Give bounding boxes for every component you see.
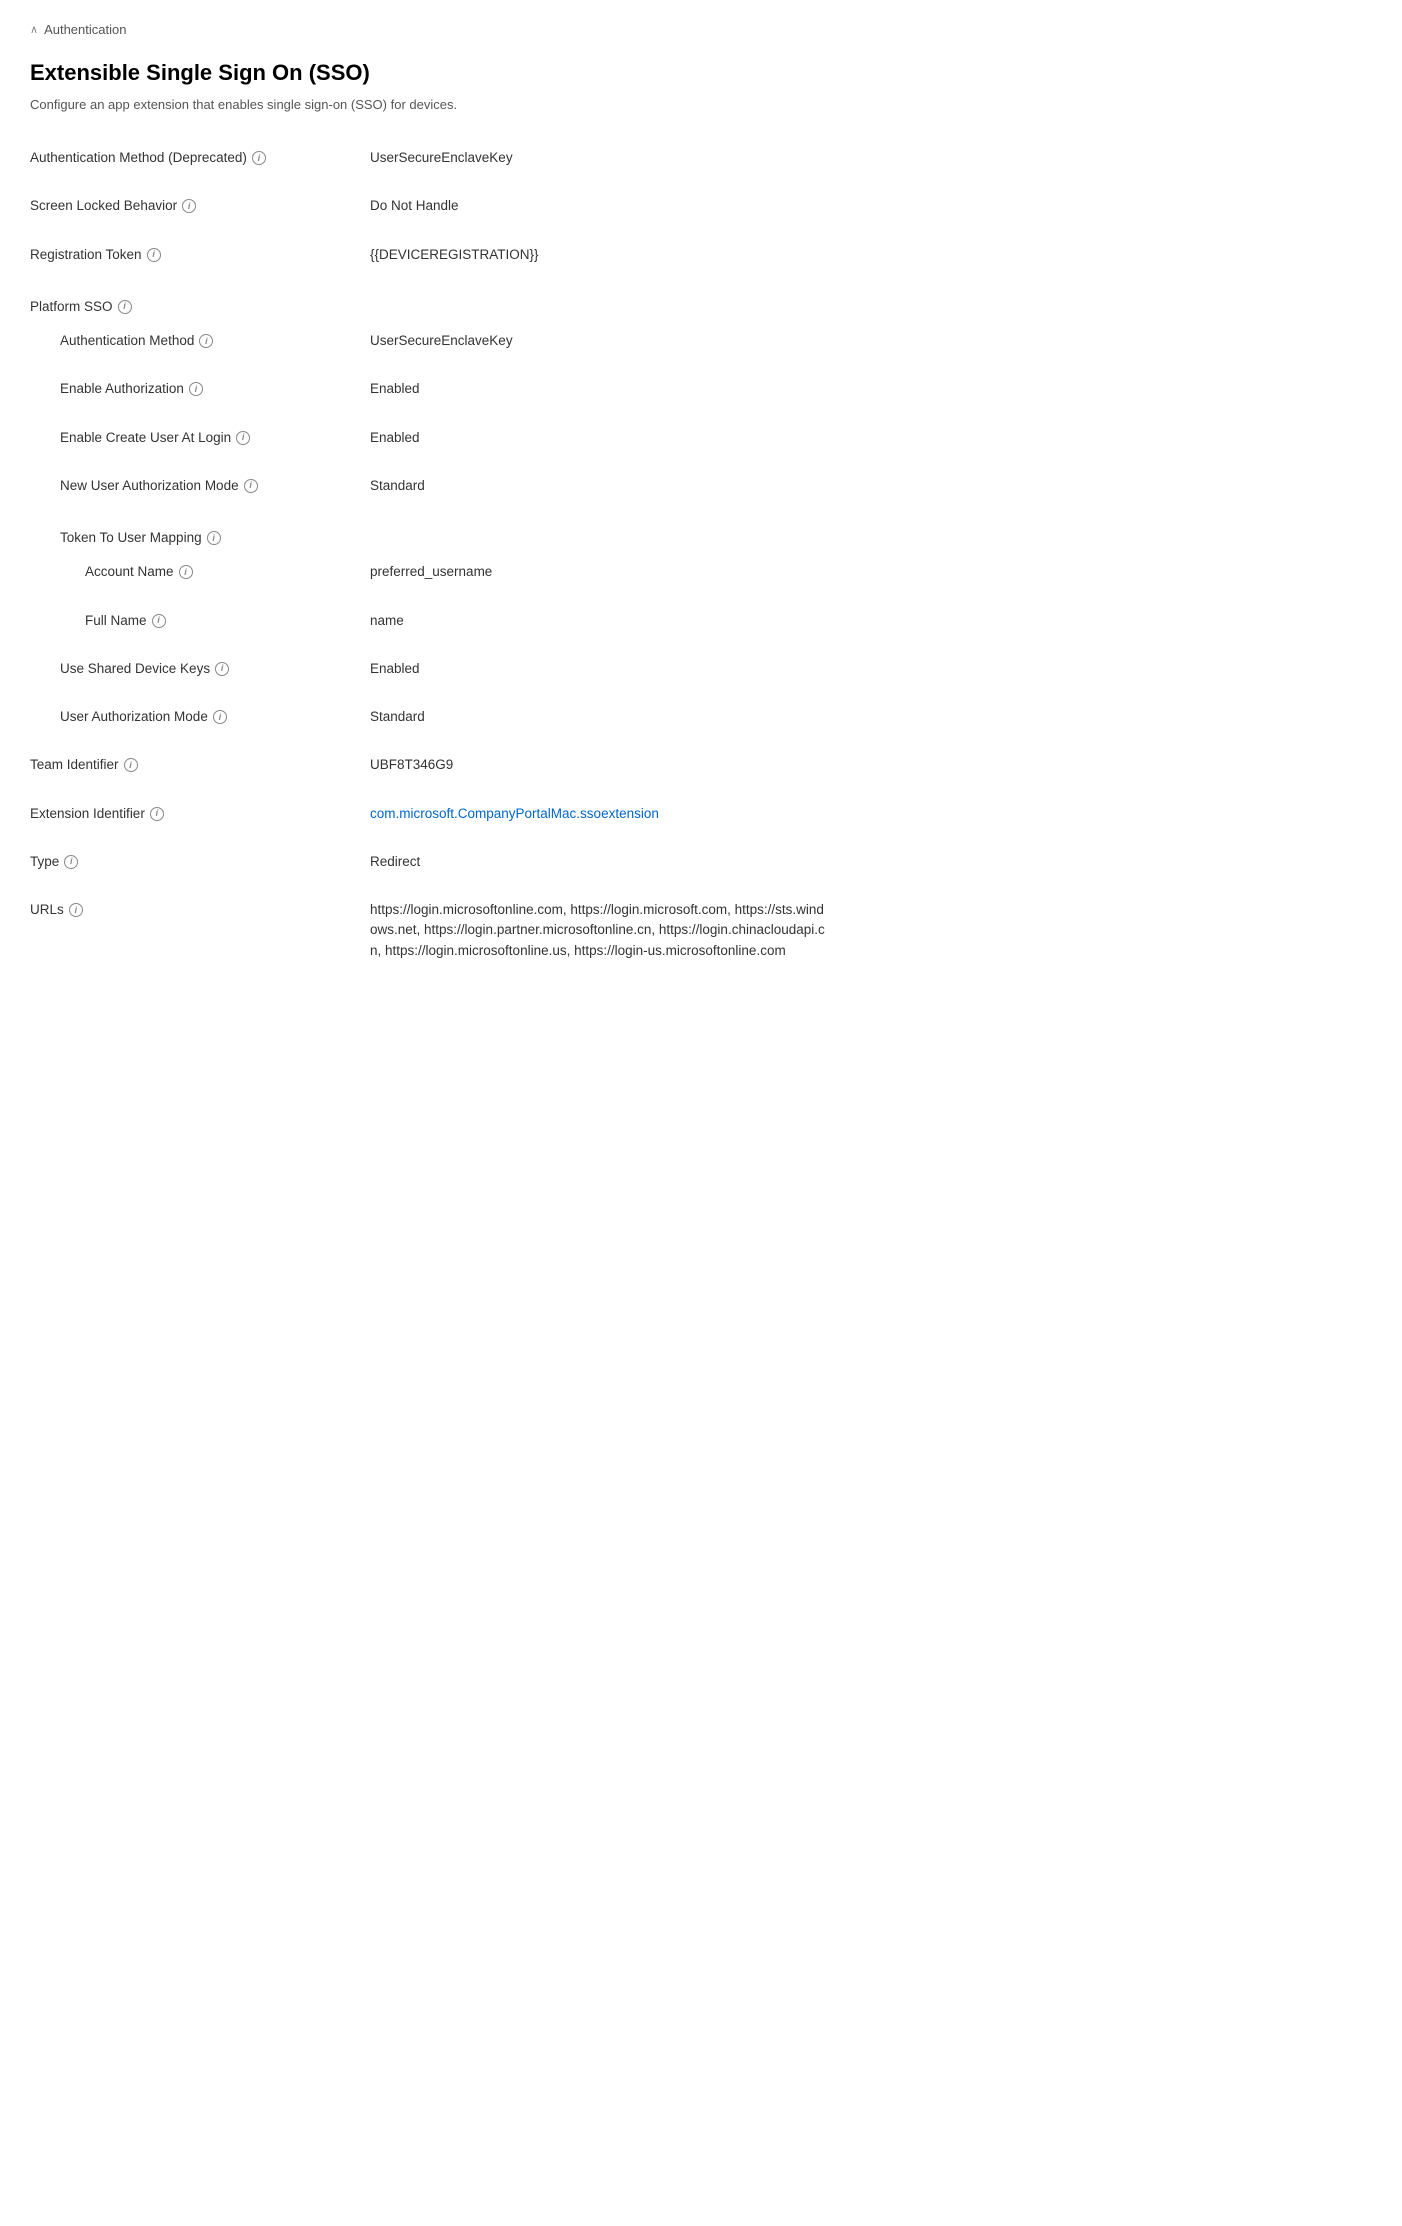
field-value-full-name: name — [370, 611, 830, 631]
field-label-screen-locked-behavior: Screen Locked Behavior i — [30, 196, 370, 216]
field-row-type: Type i Redirect — [30, 842, 830, 882]
field-label-auth-method-deprecated: Authentication Method (Deprecated) i — [30, 148, 370, 168]
field-row-new-user-authorization-mode: New User Authorization Mode i Standard — [30, 466, 830, 506]
field-label-new-user-authorization-mode: New User Authorization Mode i — [30, 476, 370, 496]
field-row-account-name: Account Name i preferred_username — [30, 552, 830, 592]
info-icon-team-identifier[interactable]: i — [124, 758, 138, 772]
info-icon-auth-method-deprecated[interactable]: i — [252, 151, 266, 165]
field-row-full-name: Full Name i name — [30, 601, 830, 641]
field-row-auth-method-deprecated: Authentication Method (Deprecated) i Use… — [30, 138, 830, 178]
field-label-full-name: Full Name i — [30, 611, 370, 631]
info-icon-token-to-user-mapping[interactable]: i — [207, 531, 221, 545]
breadcrumb-chevron-icon: ∧ — [30, 22, 38, 39]
info-icon-full-name[interactable]: i — [152, 614, 166, 628]
field-value-user-authorization-mode: Standard — [370, 707, 830, 727]
info-icon-registration-token[interactable]: i — [147, 248, 161, 262]
field-value-account-name: preferred_username — [370, 562, 830, 582]
info-icon-extension-identifier[interactable]: i — [150, 807, 164, 821]
top-fields-group: Authentication Method (Deprecated) i Use… — [30, 138, 830, 275]
info-icon-new-user-authorization-mode[interactable]: i — [244, 479, 258, 493]
platform-sso-group-label: Platform SSO i — [30, 283, 830, 321]
field-label-account-name: Account Name i — [30, 562, 370, 582]
page-description: Configure an app extension that enables … — [30, 95, 830, 115]
field-label-urls: URLs i — [30, 900, 370, 920]
field-row-enable-authorization: Enable Authorization i Enabled — [30, 369, 830, 409]
field-value-urls: https://login.microsoftonline.com, https… — [370, 900, 830, 961]
field-value-registration-token: {{DEVICEREGISTRATION}} — [370, 245, 830, 265]
info-icon-urls[interactable]: i — [69, 903, 83, 917]
info-icon-platform-auth-method[interactable]: i — [199, 334, 213, 348]
field-value-type: Redirect — [370, 852, 830, 872]
token-to-user-mapping-group-label: Token To User Mapping i — [30, 514, 830, 552]
breadcrumb-label: Authentication — [44, 20, 126, 40]
field-label-extension-identifier: Extension Identifier i — [30, 804, 370, 824]
field-value-platform-auth-method: UserSecureEnclaveKey — [370, 331, 830, 351]
field-label-team-identifier: Team Identifier i — [30, 755, 370, 775]
field-row-screen-locked-behavior: Screen Locked Behavior i Do Not Handle — [30, 186, 830, 226]
field-value-enable-authorization: Enabled — [370, 379, 830, 399]
field-row-extension-identifier: Extension Identifier i com.microsoft.Com… — [30, 794, 830, 834]
field-value-screen-locked-behavior: Do Not Handle — [370, 196, 830, 216]
platform-sso-fields: Authentication Method i UserSecureEnclav… — [30, 321, 830, 737]
info-icon-screen-locked-behavior[interactable]: i — [182, 199, 196, 213]
field-value-new-user-authorization-mode: Standard — [370, 476, 830, 496]
field-row-enable-create-user-at-login: Enable Create User At Login i Enabled — [30, 418, 830, 458]
breadcrumb: ∧ Authentication — [30, 20, 830, 40]
field-row-use-shared-device-keys: Use Shared Device Keys i Enabled — [30, 649, 830, 689]
field-label-registration-token: Registration Token i — [30, 245, 370, 265]
info-icon-enable-authorization[interactable]: i — [189, 382, 203, 396]
field-row-platform-auth-method: Authentication Method i UserSecureEnclav… — [30, 321, 830, 361]
info-icon-type[interactable]: i — [64, 855, 78, 869]
field-value-enable-create-user-at-login: Enabled — [370, 428, 830, 448]
info-icon-account-name[interactable]: i — [179, 565, 193, 579]
info-icon-user-authorization-mode[interactable]: i — [213, 710, 227, 724]
page-container: ∧ Authentication Extensible Single Sign … — [0, 0, 860, 1011]
info-icon-enable-create-user-at-login[interactable]: i — [236, 431, 250, 445]
field-row-user-authorization-mode: User Authorization Mode i Standard — [30, 697, 830, 737]
field-value-extension-identifier: com.microsoft.CompanyPortalMac.ssoextens… — [370, 804, 830, 824]
page-title: Extensible Single Sign On (SSO) — [30, 56, 830, 89]
field-row-registration-token: Registration Token i {{DEVICEREGISTRATIO… — [30, 235, 830, 275]
field-value-use-shared-device-keys: Enabled — [370, 659, 830, 679]
field-label-enable-authorization: Enable Authorization i — [30, 379, 370, 399]
field-label-use-shared-device-keys: Use Shared Device Keys i — [30, 659, 370, 679]
field-label-platform-auth-method: Authentication Method i — [30, 331, 370, 351]
field-label-type: Type i — [30, 852, 370, 872]
field-row-team-identifier: Team Identifier i UBF8T346G9 — [30, 745, 830, 785]
bottom-fields-group: Team Identifier i UBF8T346G9 Extension I… — [30, 745, 830, 971]
field-row-urls: URLs i https://login.microsoftonline.com… — [30, 890, 830, 971]
field-label-enable-create-user-at-login: Enable Create User At Login i — [30, 428, 370, 448]
field-label-user-authorization-mode: User Authorization Mode i — [30, 707, 370, 727]
info-icon-platform-sso[interactable]: i — [118, 300, 132, 314]
field-value-auth-method-deprecated: UserSecureEnclaveKey — [370, 148, 830, 168]
field-value-team-identifier: UBF8T346G9 — [370, 755, 830, 775]
info-icon-use-shared-device-keys[interactable]: i — [215, 662, 229, 676]
